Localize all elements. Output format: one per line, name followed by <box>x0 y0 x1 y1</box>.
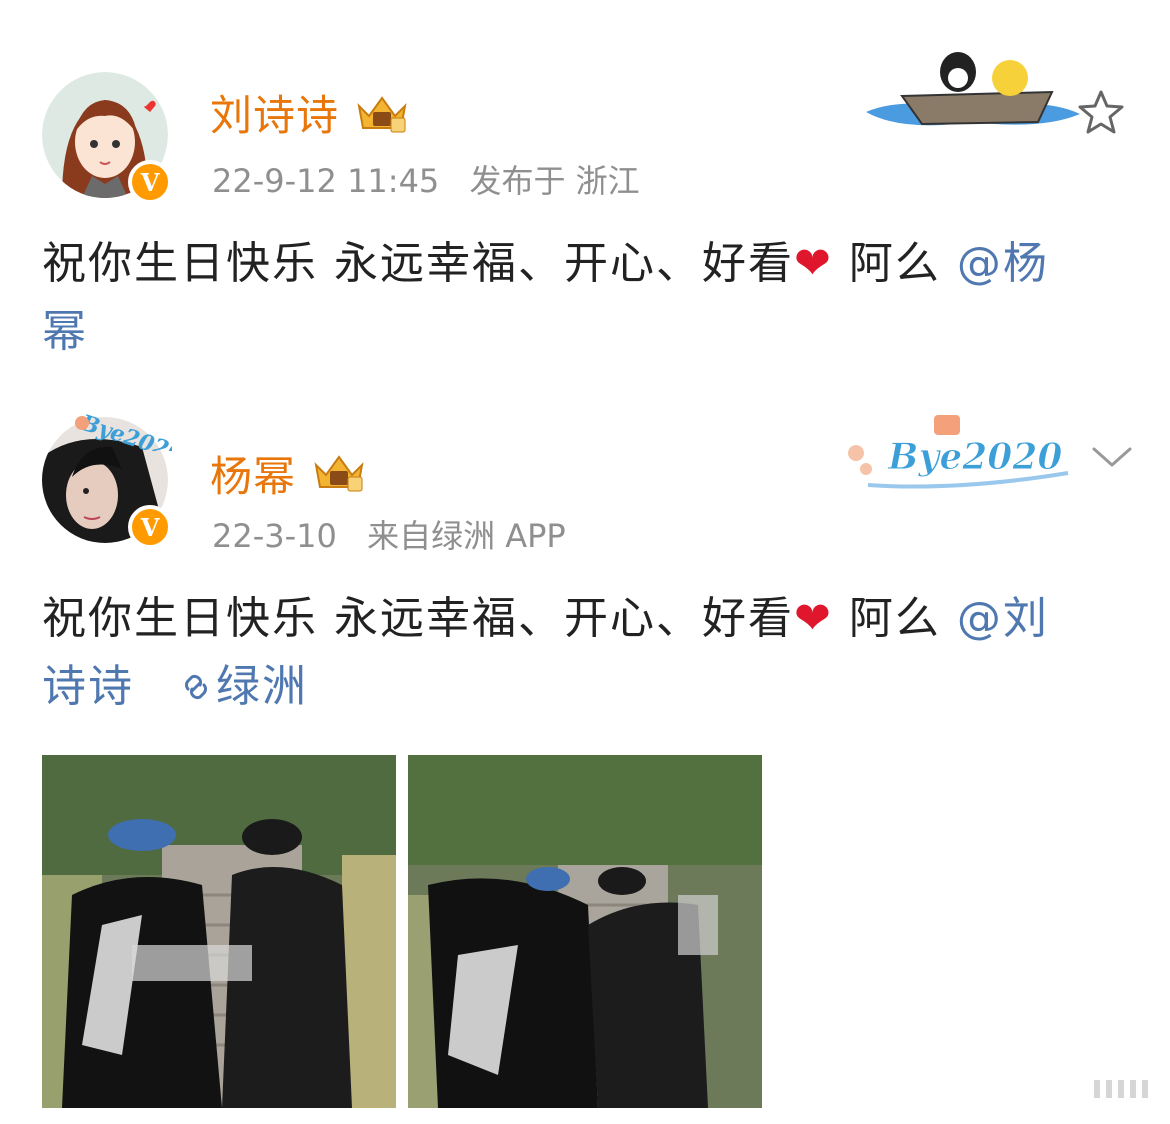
boat-decoration <box>866 52 1080 126</box>
svg-text:Bye2020: Bye2020 <box>887 436 1062 478</box>
post-content: 祝你生日快乐 永远幸福、开心、好看❤ 阿么 @刘 诗诗 绿洲 <box>42 585 1132 721</box>
username[interactable]: 杨幂 <box>210 443 296 504</box>
chevron-down-icon[interactable] <box>1090 441 1134 471</box>
oasis-link[interactable]: 绿洲 <box>176 661 308 712</box>
bye2020-decoration: Bye2020 <box>848 415 1069 489</box>
content-text: 祝你生日快乐 永远幸福、开心、好看 <box>42 238 794 289</box>
post-time: 22-3-10 <box>212 517 337 555</box>
photo-1[interactable] <box>42 755 396 1108</box>
post-yangmi: Bye2020 V 杨幂 22-3-10 来自绿洲 APP Bye2020 祝你… <box>0 405 1170 1124</box>
heart-icon: ❤ <box>794 238 833 289</box>
bye2020-avatar-frame: Bye2020 <box>75 411 172 451</box>
crown-icon[interactable] <box>355 90 409 134</box>
post-meta: 22-9-12 11:45 发布于 浙江 <box>212 156 660 202</box>
content-suffix: 阿么 <box>832 593 941 644</box>
watermark-icon <box>1094 1080 1148 1098</box>
post-time: 22-9-12 11:45 <box>212 162 440 200</box>
svg-text:Bye2020: Bye2020 <box>76 411 172 451</box>
photo-2[interactable] <box>408 755 762 1108</box>
avatar[interactable]: Bye2020 V <box>42 411 172 549</box>
heart-icon: ❤ <box>794 593 833 644</box>
post-source: 发布于 浙江 <box>469 162 640 200</box>
avatar[interactable]: V <box>42 72 172 204</box>
star-icon[interactable] <box>1076 88 1126 138</box>
content-text: 祝你生日快乐 永远幸福、开心、好看 <box>42 593 794 644</box>
post-liushishi: V 刘诗诗 22-9-12 11:45 发布于 浙江 祝你生日快乐 永远幸福、开… <box>0 52 1170 380</box>
post-content: 祝你生日快乐 永远幸福、开心、好看❤ 阿么 @杨幂 <box>42 230 1132 366</box>
username[interactable]: 刘诗诗 <box>210 82 339 143</box>
verified-badge: V <box>128 160 172 204</box>
content-suffix: 阿么 <box>832 238 941 289</box>
post-source: 来自绿洲 APP <box>367 517 566 555</box>
verified-badge: V <box>128 505 172 549</box>
crown-icon[interactable] <box>312 449 366 493</box>
post-meta: 22-3-10 来自绿洲 APP <box>212 511 586 557</box>
link-icon <box>185 674 207 700</box>
